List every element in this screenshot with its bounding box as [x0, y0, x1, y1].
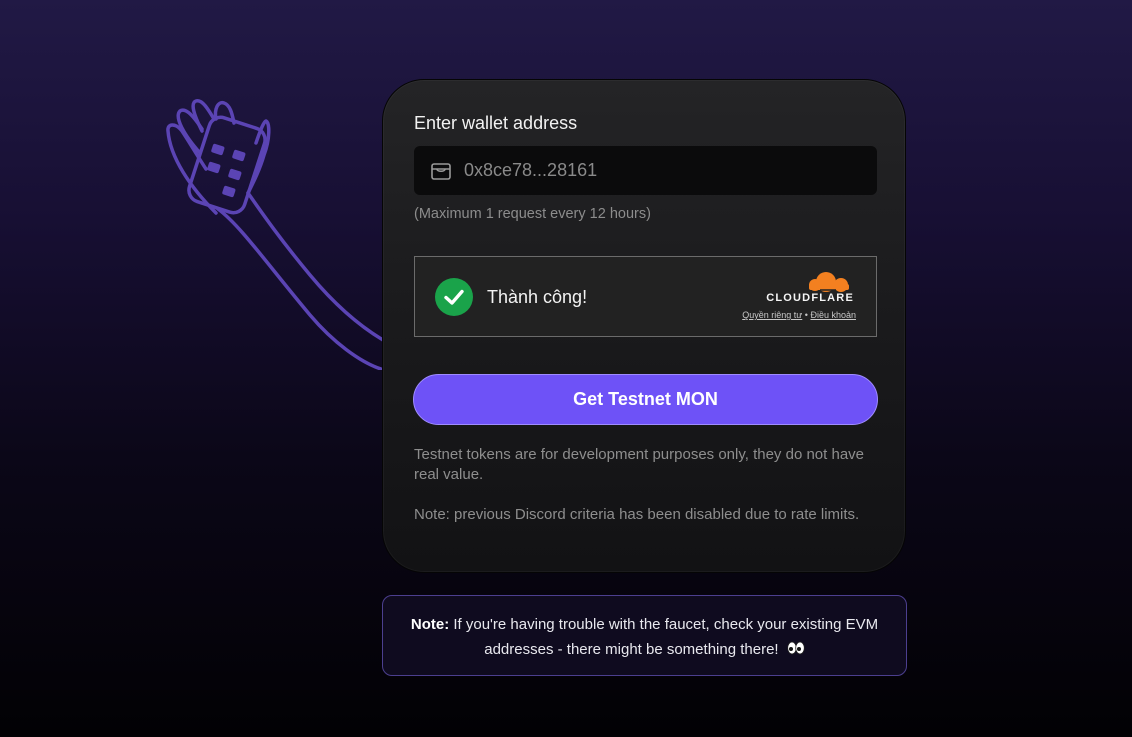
cloudflare-captcha-widget[interactable]: Thành công! CLOUDFLARE Quyền riêng tư • …	[414, 256, 877, 337]
hand-holding-phone-illustration	[166, 99, 400, 370]
note-label: Note:	[410, 616, 450, 633]
get-testnet-mon-button[interactable]: Get Testnet MON	[413, 374, 878, 425]
wallet-icon	[430, 160, 452, 182]
checkmark-icon	[435, 278, 473, 316]
disclaimer-text: Testnet tokens are for development purpo…	[414, 446, 864, 483]
captcha-status-text: Thành công!	[487, 287, 588, 307]
rate-limit-helper: (Maximum 1 request every 12 hours)	[414, 206, 651, 222]
discord-note-text: Note: previous Discord criteria has been…	[414, 506, 860, 523]
wallet-address-value: 0x8ce78...28161	[464, 160, 598, 180]
trouble-note-box: Note: If you're having trouble with the …	[382, 595, 907, 676]
cloudflare-logo: CLOUDFLARE	[766, 272, 854, 304]
privacy-link[interactable]: Quyền riêng tư	[742, 310, 802, 320]
link-separator: •	[804, 310, 808, 320]
cloudflare-links: Quyền riêng tư • Điều khoản	[742, 310, 856, 320]
note-text: If you're having trouble with the faucet…	[453, 616, 879, 658]
terms-link[interactable]: Điều khoản	[810, 310, 856, 320]
cloudflare-wordmark: CLOUDFLARE	[766, 292, 854, 304]
wallet-address-input[interactable]: 0x8ce78...28161	[414, 146, 877, 195]
eyes-emoji-icon	[787, 638, 805, 663]
wallet-field-label: Enter wallet address	[414, 113, 578, 133]
faucet-card: Enter wallet address 0x8ce78...28161 (Ma…	[382, 79, 906, 573]
